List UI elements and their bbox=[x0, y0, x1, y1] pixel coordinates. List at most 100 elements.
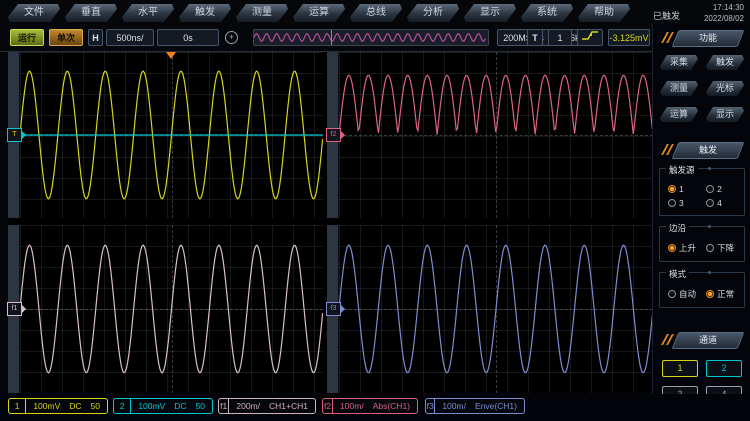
trigger-mode-group: 模式 自动 正常 bbox=[659, 272, 745, 308]
trigger-edge-group: 边沿 上升 下降 bbox=[659, 226, 745, 262]
f3-position-marker[interactable]: f3 bbox=[326, 302, 341, 316]
menu-system[interactable]: 系统 bbox=[521, 4, 573, 22]
fn-acquire-button[interactable]: 采集 bbox=[660, 55, 698, 70]
channel-section-header: 通道 bbox=[675, 332, 741, 348]
f3-scale: 100m/ bbox=[442, 401, 466, 411]
section-dot bbox=[708, 225, 711, 228]
source-2-label: 2 bbox=[717, 184, 722, 194]
control-panel: 功能 采集 触发 测量 光标 运算 显示 触发 触发源 1 2 bbox=[652, 24, 750, 421]
channel-1-button[interactable]: 1 bbox=[662, 360, 698, 377]
trigger-header-tab[interactable]: 触发 bbox=[672, 142, 745, 159]
fn-measure-button[interactable]: 测量 bbox=[660, 81, 698, 96]
ch2-scale: 100mV bbox=[138, 401, 165, 411]
menu-math[interactable]: 运算 bbox=[293, 4, 345, 22]
f3-status-id: f3 bbox=[426, 399, 435, 413]
radio-icon bbox=[706, 199, 714, 207]
pane-f2-grid bbox=[339, 52, 653, 218]
run-button[interactable]: 运行 bbox=[10, 29, 44, 46]
pane-f2: f2 bbox=[327, 52, 653, 218]
f1-status-box[interactable]: f1 200m/ CH1+CH1 bbox=[218, 398, 316, 414]
trigger-source-readout[interactable]: 1 bbox=[548, 29, 572, 46]
radio-icon bbox=[706, 185, 714, 193]
single-button[interactable]: 单次 bbox=[49, 29, 83, 46]
menu-vertical[interactable]: 垂直 bbox=[65, 4, 117, 22]
ch2-coupling: DC bbox=[174, 401, 186, 411]
f2-position-marker[interactable]: f2 bbox=[326, 128, 341, 142]
ch2-impedance: 50 bbox=[196, 401, 205, 411]
zoom-button[interactable]: + bbox=[223, 29, 240, 46]
section-slashes-icon bbox=[663, 334, 673, 345]
section-dot bbox=[708, 167, 711, 170]
source-1-label: 1 bbox=[679, 184, 684, 194]
menu-analyze[interactable]: 分析 bbox=[407, 4, 459, 22]
function-section-header: 功能 bbox=[675, 30, 741, 46]
source-4-radio[interactable]: 4 bbox=[706, 198, 736, 208]
f1-position-marker[interactable]: f1 bbox=[7, 302, 22, 316]
edge-falling-label: 下降 bbox=[717, 242, 734, 254]
f2-expression: Abs(CH1) bbox=[373, 401, 410, 411]
ch2-status-id: 2 bbox=[114, 399, 131, 413]
date-text: 2022/08/02 bbox=[704, 13, 744, 24]
f2-status-box[interactable]: f2 100m/ Abs(CH1) bbox=[322, 398, 418, 414]
f2-status-id: f2 bbox=[323, 399, 333, 413]
source-2-radio[interactable]: 2 bbox=[706, 184, 736, 194]
pane-ch1-grid bbox=[20, 52, 323, 218]
horizontal-offset-readout[interactable]: 0s bbox=[157, 29, 219, 46]
f3-waveform bbox=[339, 225, 653, 393]
pane-f3-grid bbox=[339, 225, 653, 393]
timebase-readout[interactable]: 500ns/ bbox=[106, 29, 154, 46]
ch1-coupling: DC bbox=[69, 401, 81, 411]
radio-icon bbox=[706, 244, 714, 252]
trigger-position-marker-icon[interactable] bbox=[166, 52, 176, 59]
menu-bar: 文件 垂直 水平 触发 测量 运算 总线 分析 显示 系统 帮助 已触发 17:… bbox=[0, 0, 750, 26]
fn-display-button[interactable]: 显示 bbox=[706, 107, 744, 122]
status-bar: 1 100mV DC 50 2 100mV DC 50 f1 200m/ CH1… bbox=[0, 394, 750, 421]
trigger-level-readout[interactable]: -3.125mV bbox=[608, 29, 650, 46]
ch2-status-box[interactable]: 2 100mV DC 50 bbox=[113, 398, 213, 414]
menu-display[interactable]: 显示 bbox=[464, 4, 516, 22]
function-header-tab[interactable]: 功能 bbox=[672, 30, 745, 47]
f3-status-box[interactable]: f3 100m/ Enve(CH1) bbox=[425, 398, 525, 414]
source-1-radio[interactable]: 1 bbox=[668, 184, 698, 194]
radio-icon bbox=[706, 290, 714, 298]
trigger-slope-button[interactable] bbox=[577, 29, 603, 46]
mode-auto-radio[interactable]: 自动 bbox=[668, 288, 698, 300]
channel-2-button[interactable]: 2 bbox=[706, 360, 742, 377]
trigger-section-header: 触发 bbox=[675, 142, 741, 158]
trigger-source-label: 触发源 bbox=[666, 164, 698, 176]
fn-trigger-button[interactable]: 触发 bbox=[706, 55, 744, 70]
fn-cursor-button[interactable]: 光标 bbox=[706, 81, 744, 96]
menu-help[interactable]: 帮助 bbox=[578, 4, 630, 22]
fn-math-button[interactable]: 运算 bbox=[660, 107, 698, 122]
source-3-radio[interactable]: 3 bbox=[668, 198, 698, 208]
edge-falling-radio[interactable]: 下降 bbox=[706, 242, 736, 254]
menu-trigger[interactable]: 触发 bbox=[179, 4, 231, 22]
f1-expression: CH1+CH1 bbox=[269, 401, 308, 411]
radio-icon bbox=[668, 290, 676, 298]
channel-header-tab[interactable]: 通道 bbox=[672, 332, 745, 349]
preview-trigger-cursor-icon[interactable] bbox=[331, 30, 332, 45]
edge-rising-label: 上升 bbox=[679, 242, 696, 254]
ch1-status-id: 1 bbox=[9, 399, 26, 413]
edge-rising-radio[interactable]: 上升 bbox=[668, 242, 698, 254]
f1-scale: 200m/ bbox=[236, 401, 260, 411]
section-slashes-icon bbox=[663, 144, 673, 155]
trigger-header-label: 触发 bbox=[699, 143, 717, 158]
trigger-level-marker[interactable]: T bbox=[7, 128, 22, 142]
radio-icon bbox=[668, 244, 676, 252]
ch1-status-box[interactable]: 1 100mV DC 50 bbox=[8, 398, 108, 414]
preview-waveform bbox=[254, 31, 486, 44]
menu-bus[interactable]: 总线 bbox=[350, 4, 402, 22]
waveform-preview-bar[interactable] bbox=[253, 29, 489, 46]
f1-waveform bbox=[20, 225, 323, 393]
time-text: 17:14:30 bbox=[704, 2, 744, 13]
mode-normal-radio[interactable]: 正常 bbox=[706, 288, 736, 300]
menu-file[interactable]: 文件 bbox=[8, 4, 60, 22]
edge-label: 边沿 bbox=[666, 222, 689, 234]
pane-f3: f3 bbox=[327, 225, 653, 393]
function-header-label: 功能 bbox=[699, 31, 717, 46]
horizontal-indicator: H bbox=[88, 29, 103, 46]
menu-horizontal[interactable]: 水平 bbox=[122, 4, 174, 22]
f3-expression: Enve(CH1) bbox=[475, 401, 517, 411]
menu-measure[interactable]: 测量 bbox=[236, 4, 288, 22]
